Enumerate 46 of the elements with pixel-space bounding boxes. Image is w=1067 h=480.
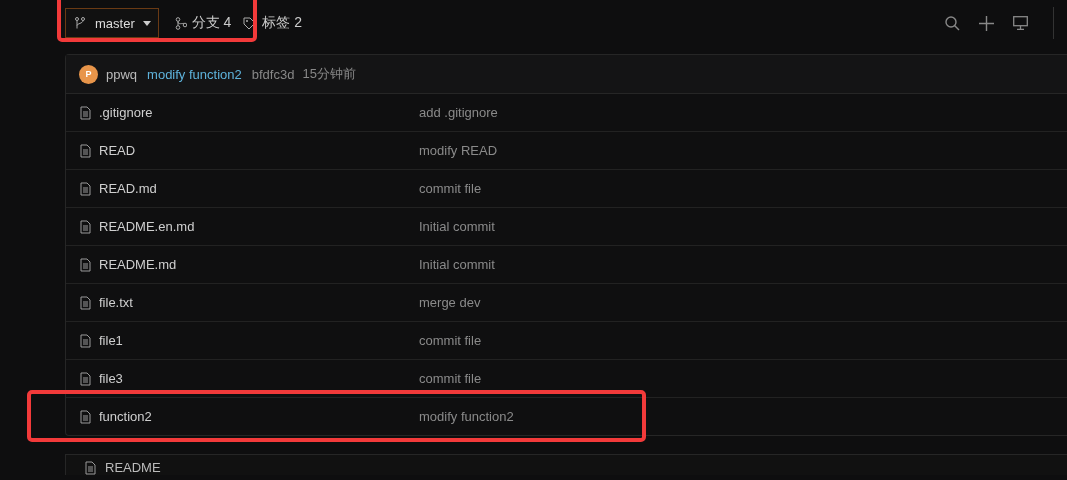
file-icon — [79, 333, 92, 348]
commit-time: 15分钟前 — [302, 65, 356, 83]
readme-title: README — [105, 460, 161, 475]
search-button[interactable] — [943, 13, 962, 33]
author-link[interactable]: ppwq — [106, 66, 138, 82]
caret-icon — [142, 20, 151, 26]
add-button[interactable] — [977, 13, 996, 33]
commit-message-link[interactable]: Initial commit — [419, 219, 495, 234]
file-link[interactable]: file.txt — [99, 295, 133, 310]
commit-message-link[interactable]: commit file — [419, 371, 482, 386]
file-icon — [79, 219, 92, 234]
file-link[interactable]: file3 — [99, 371, 123, 386]
commit-message-link[interactable]: modify function2 — [419, 409, 514, 424]
monitor-button[interactable] — [1011, 14, 1030, 32]
branch-icon — [174, 16, 187, 30]
file-icon — [79, 181, 92, 196]
branch-icon — [75, 17, 85, 29]
avatar: P — [79, 64, 98, 84]
search-icon — [945, 15, 960, 31]
commit-message-link[interactable]: add .gitignore — [419, 105, 498, 120]
file-link[interactable]: README.en.md — [99, 219, 195, 234]
plus-icon — [979, 15, 994, 31]
file-icon — [79, 257, 92, 272]
file-icon — [79, 143, 92, 158]
file-icon — [79, 295, 92, 310]
file-icon — [84, 461, 97, 475]
file-icon — [79, 371, 92, 386]
file-link[interactable]: .gitignore — [99, 105, 153, 120]
file-icon — [79, 105, 92, 120]
commit-message-link[interactable]: modify READ — [419, 143, 498, 158]
commit-message-link[interactable]: commit file — [419, 181, 482, 196]
file-link[interactable]: README.md — [99, 257, 177, 272]
file-link[interactable]: function2 — [99, 409, 152, 424]
branches-link[interactable]: 分支 4 — [174, 14, 232, 32]
monitor-icon — [1013, 16, 1028, 30]
commit-message-link[interactable]: Initial commit — [419, 257, 495, 272]
commit-message-link[interactable]: commit file — [419, 333, 482, 348]
commit-sha-link[interactable]: bfdfc3d — [251, 66, 295, 82]
file-link[interactable]: READ — [99, 143, 136, 158]
file-icon — [79, 409, 92, 424]
branch-dropdown[interactable]: master — [65, 8, 159, 38]
commit-message-link[interactable]: modify function2 — [147, 66, 242, 82]
file-link[interactable]: READ.md — [99, 181, 157, 196]
file-link[interactable]: file1 — [99, 333, 123, 348]
tags-link[interactable]: 标签 2 — [243, 14, 303, 32]
commit-message-link[interactable]: merge dev — [419, 295, 481, 310]
